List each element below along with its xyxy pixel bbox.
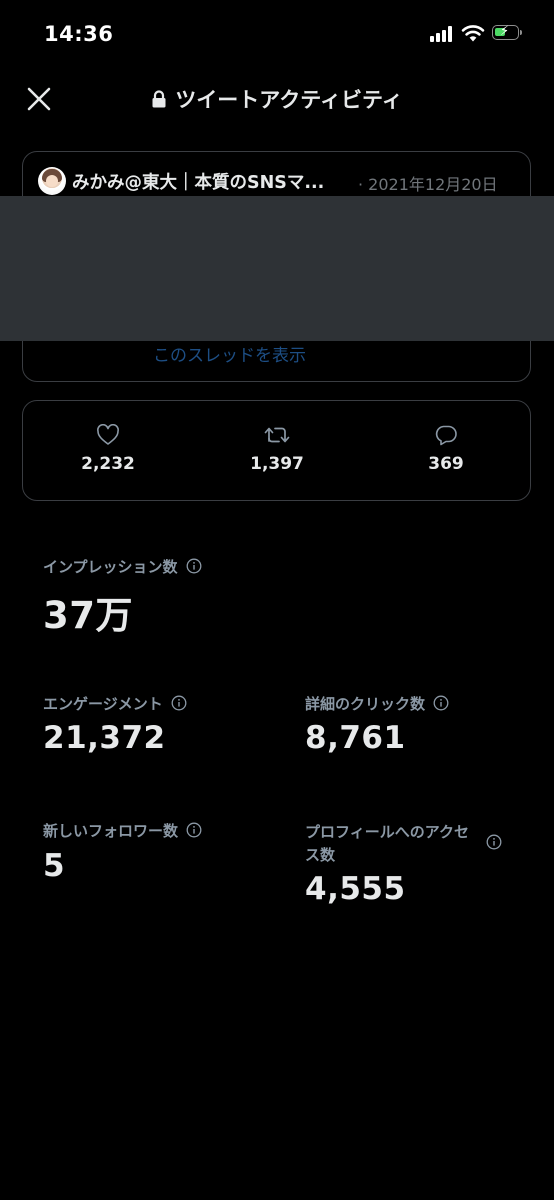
- profile-visits-metric: プロフィールへのアクセス数 4,555: [305, 821, 481, 907]
- info-icon[interactable]: [486, 834, 502, 850]
- engagements-label-text: エンゲージメント: [43, 695, 163, 713]
- retweet-icon: [264, 427, 290, 443]
- info-icon[interactable]: [186, 558, 202, 574]
- impressions-metric: インプレッション数 37万: [43, 557, 202, 639]
- show-thread-link[interactable]: このスレッドを表示: [153, 341, 306, 366]
- likes-stat[interactable]: 2,232: [48, 424, 168, 474]
- impressions-value: 37万: [43, 594, 133, 637]
- avatar: [38, 167, 66, 195]
- engagements-label: エンゲージメント: [43, 694, 187, 715]
- lock-icon: [152, 90, 166, 108]
- battery-icon: ⚡: [492, 24, 519, 40]
- redacted-tweet-content: [0, 196, 554, 341]
- page-title: ツイートアクティビティ: [0, 84, 554, 114]
- new-followers-metric: 新しいフォロワー数 5: [43, 821, 202, 884]
- detail-clicks-label-text: 詳細のクリック数: [305, 695, 426, 713]
- retweets-stat[interactable]: 1,397: [217, 424, 337, 474]
- page-title-text: ツイートアクティビティ: [175, 88, 403, 112]
- detail-clicks-value: 8,761: [305, 720, 406, 756]
- tweet-date: · 2021年12月20日: [358, 175, 498, 194]
- info-icon[interactable]: [433, 695, 449, 711]
- profile-visits-value: 4,555: [305, 871, 406, 907]
- status-bar-time: 14:36: [44, 22, 114, 46]
- likes-count: 2,232: [81, 454, 135, 474]
- replies-count: 369: [428, 454, 464, 474]
- new-followers-value: 5: [43, 848, 66, 884]
- impressions-label: インプレッション数: [43, 557, 202, 578]
- engagements-value: 21,372: [43, 720, 166, 756]
- detail-clicks-metric: 詳細のクリック数 8,761: [305, 694, 449, 756]
- charging-bolt-icon: ⚡: [500, 24, 510, 39]
- info-icon[interactable]: [186, 822, 202, 838]
- new-followers-label-text: 新しいフォロワー数: [43, 822, 179, 840]
- profile-visits-label: プロフィールへのアクセス数: [305, 823, 469, 864]
- battery-cap: [520, 30, 522, 35]
- replies-stat[interactable]: 369: [386, 424, 506, 474]
- wifi-icon: [461, 25, 485, 42]
- tweet-author-name: みかみ@東大｜本質のSNSマ...: [72, 173, 325, 193]
- retweets-count: 1,397: [250, 454, 304, 474]
- reply-icon: [435, 425, 457, 446]
- new-followers-label: 新しいフォロワー数: [43, 821, 202, 842]
- info-icon[interactable]: [171, 695, 187, 711]
- engagements-metric: エンゲージメント 21,372: [43, 694, 187, 756]
- heart-icon: [97, 424, 119, 445]
- impressions-label-text: インプレッション数: [43, 558, 178, 576]
- detail-clicks-label: 詳細のクリック数: [305, 694, 449, 715]
- cellular-signal-icon: [430, 26, 456, 42]
